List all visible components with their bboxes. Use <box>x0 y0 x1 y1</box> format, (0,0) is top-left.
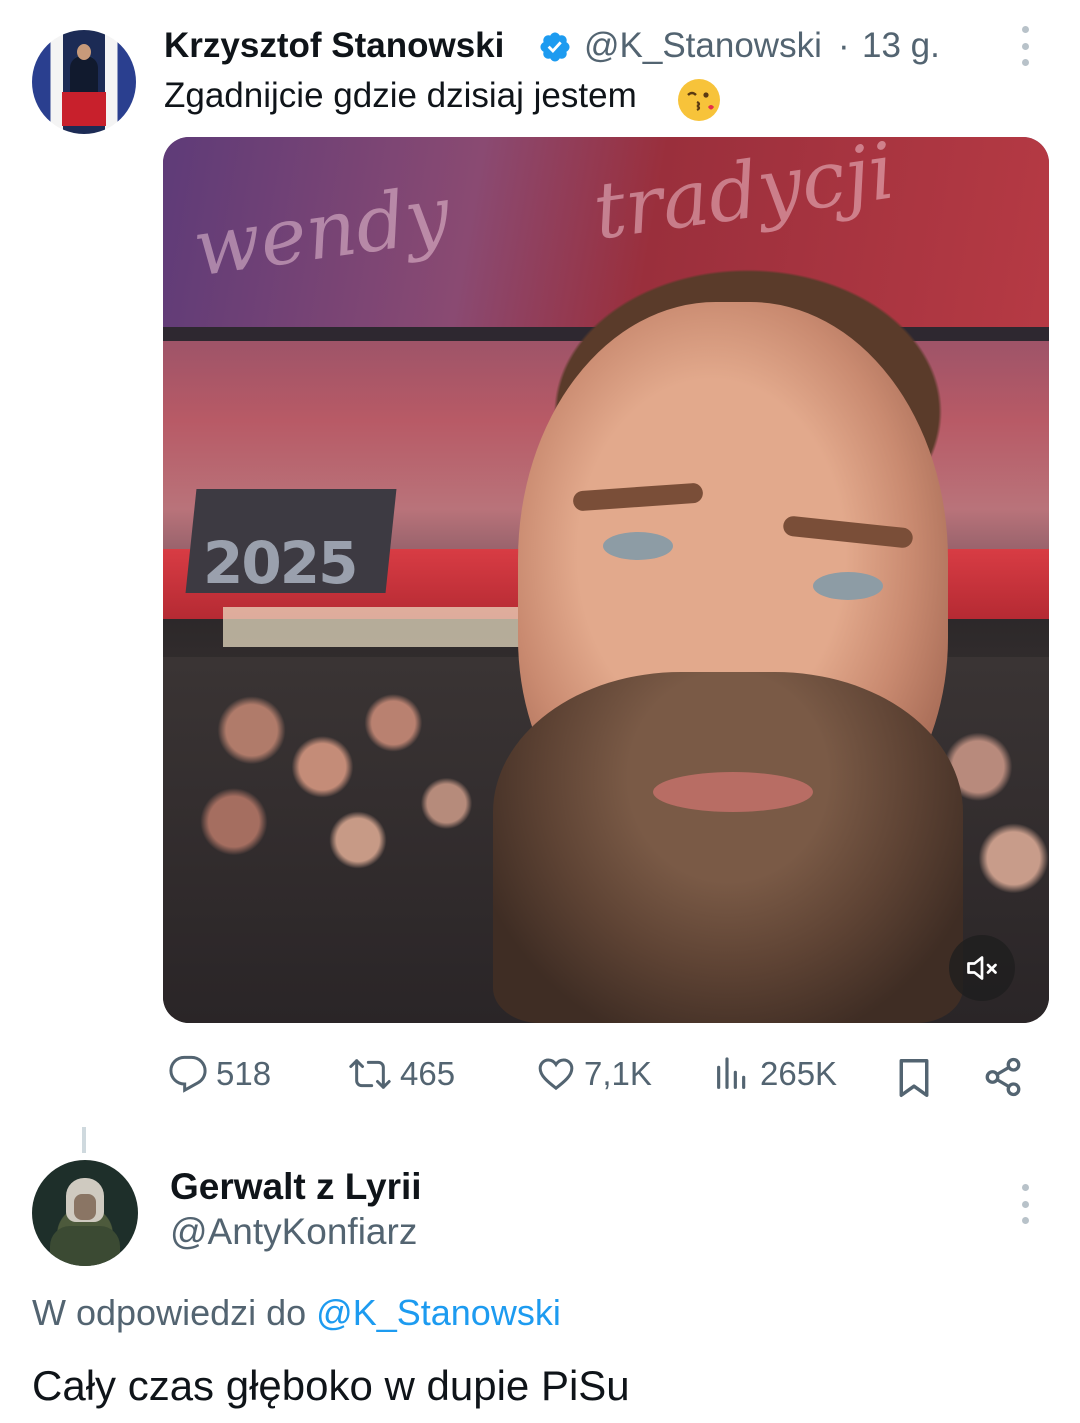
like-button[interactable]: 7,1K <box>536 1054 652 1094</box>
reply-text: Cały czas głęboko w dupie PiSu <box>32 1362 630 1409</box>
reply-context: W odpowiedzi do @K_Stanowski <box>32 1292 561 1334</box>
view-count: 265K <box>760 1055 838 1092</box>
avatar-podium <box>62 92 106 126</box>
retweet-button[interactable]: 465 <box>348 1054 455 1094</box>
like-count: 7,1K <box>584 1055 652 1092</box>
person-eye-left <box>603 532 673 560</box>
share-icon[interactable] <box>982 1056 1024 1098</box>
avatar-figure <box>70 56 98 96</box>
verified-badge-icon <box>540 32 570 62</box>
person-eye-right <box>813 572 883 600</box>
avatar-face <box>74 1194 96 1220</box>
reply-context-prefix: W odpowiedzi do <box>32 1292 307 1333</box>
speaker-muted-icon <box>967 956 997 980</box>
video-sign-text: 2025 <box>203 529 358 597</box>
avatar-figure-head <box>77 44 91 60</box>
retweet-count: 465 <box>400 1055 456 1092</box>
author-avatar[interactable] <box>32 30 136 134</box>
author-name[interactable]: Krzysztof Stanowski <box>164 26 504 66</box>
person-beard <box>493 672 963 1023</box>
reply-button[interactable]: 518 <box>168 1054 271 1094</box>
tweet-video[interactable]: wendy tradycji 2025 <box>163 137 1049 1023</box>
more-options-icon[interactable] <box>1020 26 1030 66</box>
person-lips <box>653 772 813 812</box>
post-timestamp[interactable]: 13 g. <box>862 26 940 66</box>
thread-connector-line <box>82 1127 86 1153</box>
reply-author-avatar[interactable] <box>32 1160 138 1266</box>
mute-toggle-button[interactable] <box>949 935 1015 1001</box>
views-chart-icon <box>717 1057 746 1089</box>
reply-author-handle[interactable]: @AntyKonfiarz <box>170 1211 417 1253</box>
video-person <box>463 232 1023 1023</box>
bookmark-icon[interactable] <box>894 1056 934 1100</box>
heart-icon <box>538 1058 574 1091</box>
author-handle[interactable]: @K_Stanowski <box>584 26 822 66</box>
reply-icon <box>169 1055 207 1093</box>
kissing-face-emoji-icon <box>678 79 720 121</box>
views-button[interactable]: 265K <box>712 1054 837 1094</box>
retweet-icon <box>349 1059 391 1089</box>
reply-more-options-icon[interactable] <box>1020 1184 1030 1224</box>
tweet-text: Zgadnijcie gdzie dzisiaj jestem <box>164 76 637 115</box>
reply-author-name[interactable]: Gerwalt z Lyrii <box>170 1166 422 1208</box>
separator-dot: · <box>838 26 850 65</box>
reply-count: 518 <box>216 1055 272 1092</box>
avatar-armor <box>50 1226 120 1266</box>
reply-context-handle-link[interactable]: @K_Stanowski <box>316 1292 561 1333</box>
